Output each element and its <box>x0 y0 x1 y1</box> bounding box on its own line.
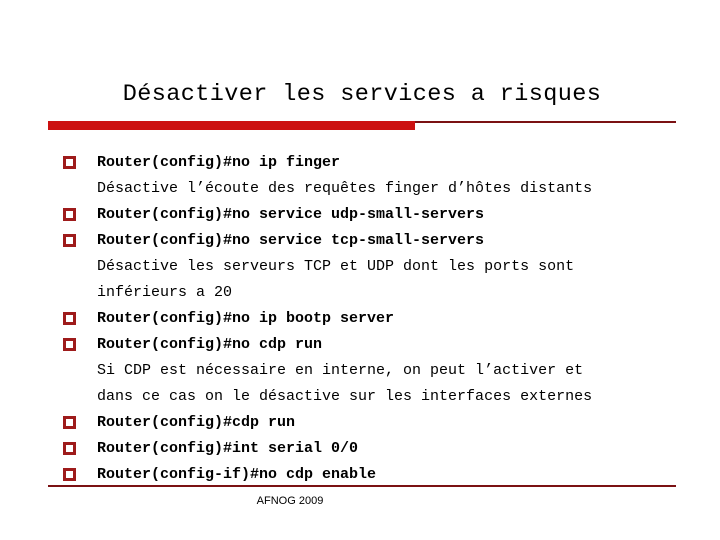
description-line: Si CDP est nécessaire en interne, on peu… <box>0 358 720 384</box>
command-text: Router(config-if)#no cdp enable <box>97 466 377 483</box>
list-item: Router(config)#int serial 0/0 <box>0 436 720 462</box>
slide: Désactiver les services a risques Router… <box>0 0 720 540</box>
description-text: dans ce cas on le désactive sur les inte… <box>97 388 593 405</box>
square-bullet-icon <box>63 312 76 325</box>
description-text: inférieurs a 20 <box>97 284 233 301</box>
command-text: Router(config)#no cdp run <box>97 336 323 353</box>
square-bullet-icon <box>63 208 76 221</box>
description-line: Désactive les serveurs TCP et UDP dont l… <box>0 254 720 280</box>
square-bullet-icon <box>63 416 76 429</box>
list-item: Router(config)#no ip bootp server <box>0 306 720 332</box>
bullet-list: Router(config)#no ip finger Désactive l’é… <box>0 150 720 488</box>
title-area: Désactiver les services a risques <box>48 80 676 120</box>
command-text: Router(config)#no ip bootp server <box>97 310 395 327</box>
footer-label: AFNOG 2009 <box>256 495 324 507</box>
description-text: Si CDP est nécessaire en interne, on peu… <box>97 362 584 379</box>
square-bullet-icon <box>63 234 76 247</box>
description-text: Désactive l’écoute des requêtes finger d… <box>97 180 593 197</box>
page-title: Désactiver les services a risques <box>122 81 602 108</box>
description-text: Désactive les serveurs TCP et UDP dont l… <box>97 258 575 275</box>
square-bullet-icon <box>63 442 76 455</box>
footer-divider <box>48 485 676 487</box>
list-item: Router(config)#no service tcp-small-serv… <box>0 228 720 254</box>
description-line: Désactive l’écoute des requêtes finger d… <box>0 176 720 202</box>
command-text: Router(config)#no service udp-small-serv… <box>97 206 485 223</box>
list-item: Router(config)#no service udp-small-serv… <box>0 202 720 228</box>
square-bullet-icon <box>63 338 76 351</box>
command-text: Router(config)#cdp run <box>97 414 296 431</box>
command-text: Router(config)#no ip finger <box>97 154 341 171</box>
list-item: Router(config)#cdp run <box>0 410 720 436</box>
title-divider <box>0 121 720 131</box>
description-line: dans ce cas on le désactive sur les inte… <box>0 384 720 410</box>
command-text: Router(config)#no service tcp-small-serv… <box>97 232 485 249</box>
list-item: Router(config)#no cdp run <box>0 332 720 358</box>
square-bullet-icon <box>63 156 76 169</box>
square-bullet-icon <box>63 468 76 481</box>
divider-accent-bar <box>48 121 415 130</box>
description-line: inférieurs a 20 <box>0 280 720 306</box>
command-text: Router(config)#int serial 0/0 <box>97 440 359 457</box>
list-item: Router(config)#no ip finger <box>0 150 720 176</box>
